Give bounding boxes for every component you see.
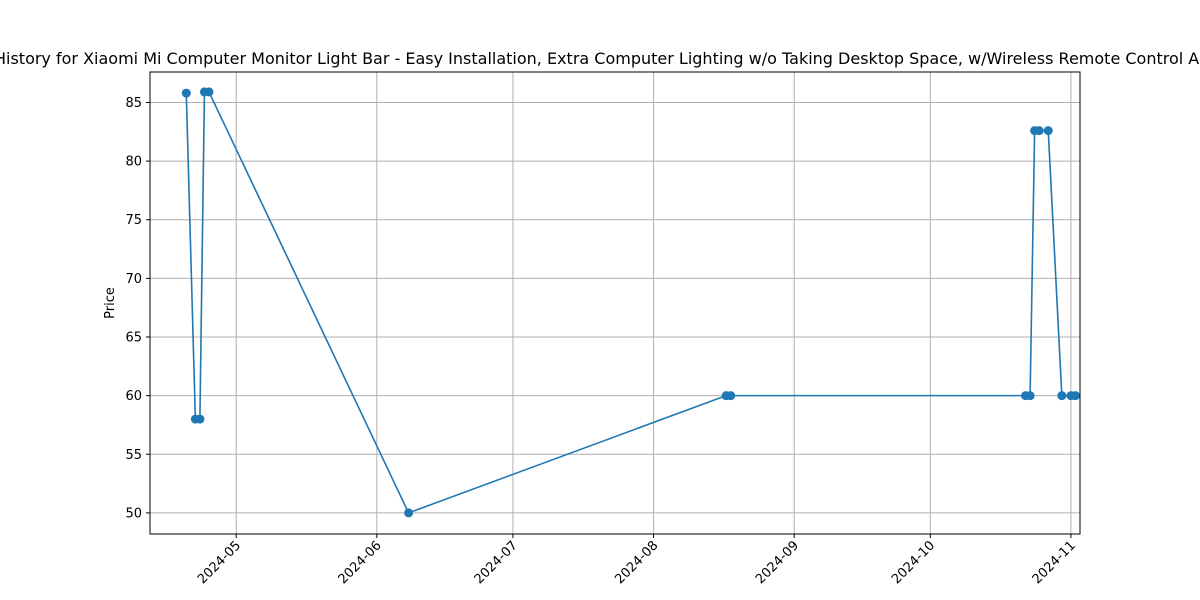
y-tick-label: 75 [125,213,142,228]
y-tick-label: 65 [125,331,142,346]
data-point [1057,391,1067,401]
data-point [1043,126,1053,136]
data-point [1034,126,1044,136]
data-point [181,88,191,98]
y-tick-label: 80 [125,155,142,170]
price-history-chart: 2024-05 2024-06 2024-07 2024-08 2024-09 2024-… [0,49,1200,587]
x-tick-label: 2024-09 [753,538,802,587]
series-markers [181,87,1080,518]
data-point [204,87,214,97]
x-tick-label: 2024-05 [195,538,244,587]
y-tick-label: 55 [125,448,142,463]
x-axis: 2024-05 2024-06 2024-07 2024-08 2024-09 2024-… [195,534,1079,587]
y-axis: 50 55 60 65 70 75 80 85 [125,96,150,521]
y-tick-label: 85 [125,96,142,111]
y-tick-label: 70 [125,272,142,287]
x-tick-label: 2024-08 [612,538,661,587]
plot-frame [149,71,1081,535]
y-tick-label: 50 [125,506,142,521]
data-point [195,414,205,424]
x-tick-label: 2024-06 [336,538,385,587]
x-tick-label: 2024-07 [472,538,521,587]
data-point [1025,391,1035,401]
y-axis-label: Price [103,287,118,319]
data-point [404,508,414,518]
data-point [726,391,736,401]
grid [150,72,1080,534]
series-line [185,91,1076,514]
x-tick-label: 2024-10 [889,538,938,587]
data-point [1070,391,1080,401]
x-tick-label: 2024-11 [1030,538,1079,587]
y-tick-label: 60 [125,389,142,404]
chart-figure: 2024-05 2024-06 2024-07 2024-08 2024-09 2024-… [0,0,1200,600]
chart-title: Price History for Xiaomi Mi Computer Mon… [0,49,1200,68]
series-line-layer [185,91,1076,514]
